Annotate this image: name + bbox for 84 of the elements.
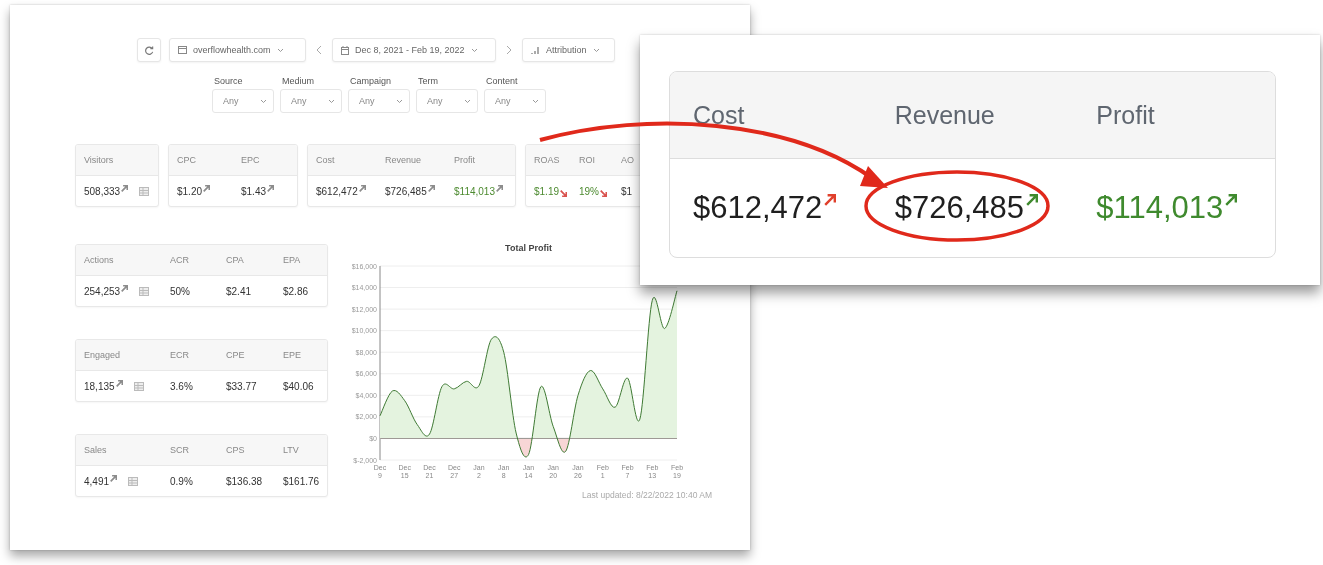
filter-label: Medium [281, 76, 315, 86]
metric-value: $114,013 [454, 185, 495, 197]
metric-value: 4,491 [84, 475, 110, 487]
site-dropdown[interactable]: overflowhealth.com [169, 38, 306, 62]
metric-label: Profit [1096, 100, 1155, 130]
metric-label: EPA [283, 255, 301, 265]
caret-icon [276, 47, 284, 53]
filter-dropdown[interactable]: Any [280, 89, 342, 113]
metric-label: ACR [170, 255, 189, 265]
caret-icon [260, 98, 267, 104]
bar-chart-icon [531, 46, 540, 54]
metric-label: CPS [226, 445, 245, 455]
caret-icon [464, 98, 471, 104]
metric-label: EPE [283, 350, 301, 360]
refresh-button[interactable] [137, 38, 161, 62]
metric-label: CPE [226, 350, 245, 360]
chevron-right-icon [506, 45, 512, 55]
metric-value: $1.43 [241, 185, 267, 197]
metric-value: 508,333 [84, 185, 121, 197]
table-icon[interactable] [128, 476, 139, 486]
metric-value: $33.77 [226, 380, 257, 392]
chevron-left-icon [316, 45, 322, 55]
filter-dropdown[interactable]: Any [212, 89, 274, 113]
metric-value: $726,485 [894, 190, 1024, 226]
date-range-dropdown[interactable]: Dec 8, 2021 - Feb 19, 2022 [332, 38, 496, 62]
metric-label: Revenue [894, 100, 995, 130]
metric-label: Profit [454, 155, 475, 165]
refresh-icon [144, 45, 154, 55]
metric-label: CPA [226, 255, 244, 265]
caret-icon [592, 47, 600, 53]
metric-label: Cost [316, 155, 335, 165]
metric-value: $612,472 [693, 190, 823, 226]
metric-label: Revenue [385, 155, 422, 165]
metric-value: $2.86 [283, 285, 309, 297]
metric-value: $114,013 [1096, 190, 1224, 226]
metric-label: Cost [693, 100, 745, 130]
filter-dropdown[interactable]: Any [484, 89, 546, 113]
next-button[interactable] [504, 45, 514, 55]
metric-value: 0.9% [170, 475, 193, 487]
metric-value: 19% [579, 185, 599, 197]
metric-value: 3.6% [170, 380, 193, 392]
metric-value: $1.19 [534, 185, 560, 197]
metric-label: ROI [579, 155, 595, 165]
filter-label: Campaign [349, 76, 393, 86]
metric-value: $1.20 [177, 185, 203, 197]
last-updated-text: Last updated: 8/22/2022 10:40 AM [582, 490, 712, 500]
metric-label: LTV [283, 445, 299, 455]
metric-value: $1 [621, 185, 633, 197]
table-icon[interactable] [139, 286, 150, 296]
metric-value: 254,253 [84, 285, 121, 297]
caret-icon [532, 98, 539, 104]
metric-label: ECR [170, 350, 189, 360]
caret-icon [470, 47, 478, 53]
window-icon [178, 46, 187, 54]
metric-value: 50% [170, 285, 190, 297]
metric-label: ROAS [534, 155, 560, 165]
calendar-icon [341, 45, 349, 55]
metric-value: $726,485 [385, 185, 427, 197]
metric-label: Visitors [84, 155, 114, 165]
filter-label: Term [417, 76, 439, 86]
table-icon[interactable] [133, 381, 144, 391]
metric-label: EPC [241, 155, 260, 165]
chart-title: Total Profit [505, 243, 552, 253]
metric-value: 18,135 [84, 380, 115, 392]
metric-value: $136.38 [226, 475, 263, 487]
metric-value: $161.76 [283, 475, 320, 487]
caret-icon [328, 98, 335, 104]
metric-label: Actions [84, 255, 114, 265]
metric-value: $612,472 [316, 185, 358, 197]
previous-button[interactable] [314, 45, 324, 55]
attribution-dropdown[interactable]: Attribution [522, 38, 615, 62]
caret-icon [396, 98, 403, 104]
metric-value: $2.41 [226, 285, 252, 297]
metric-label: Engaged [84, 350, 121, 360]
filter-dropdown[interactable]: Any [348, 89, 410, 113]
metric-label: AO [621, 155, 634, 165]
metric-label: CPC [177, 155, 196, 165]
filter-label: Content [485, 76, 519, 86]
filter-dropdown[interactable]: Any [416, 89, 478, 113]
metric-label: SCR [170, 445, 189, 455]
metric-label: Sales [84, 445, 107, 455]
filter-label: Source [213, 76, 244, 86]
table-icon[interactable] [139, 186, 150, 196]
metric-value: $40.06 [283, 380, 314, 392]
